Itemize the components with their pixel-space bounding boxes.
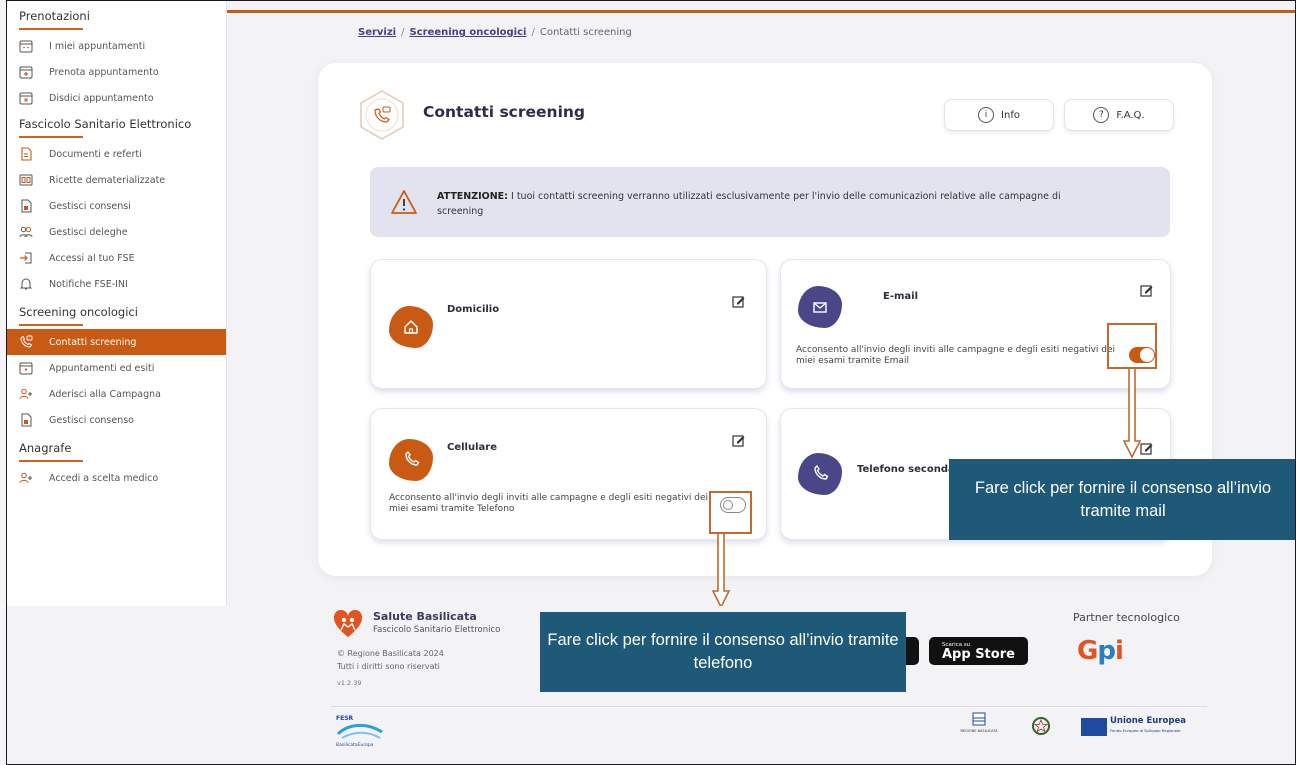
phone-icon: [389, 439, 433, 481]
eu-sublabel: Fondo Europeo di Sviluppo Regionale: [1110, 728, 1181, 733]
sidebar-section-anagrafe: Anagrafe: [7, 441, 226, 462]
app-frame: Prenotazioni I miei appuntamenti Prenota…: [6, 0, 1296, 765]
page-title: Contatti screening: [423, 103, 586, 121]
user-plus-icon: [19, 471, 33, 485]
breadcrumb-current: Contatti screening: [539, 27, 632, 38]
sidebar-section-fse: Fascicolo Sanitario Elettronico: [7, 117, 226, 138]
faq-button[interactable]: ? F.A.Q.: [1064, 99, 1174, 131]
edit-icon[interactable]: [1140, 284, 1153, 297]
home-icon: [389, 306, 433, 348]
consent-text-email: Acconsento all'invio degli inviti alle c…: [796, 345, 1116, 366]
sidebar-item-documenti-referti[interactable]: Documenti e referti: [7, 141, 226, 167]
sidebar-section-prenotazioni: Prenotazioni: [7, 9, 226, 30]
sidebar-item-contatti-screening[interactable]: Contatti screening: [7, 329, 226, 355]
lock-document-icon: [19, 413, 33, 427]
fesr-logo: FESR BasilicataEuropa: [336, 715, 383, 748]
footer-divider: [331, 706, 1207, 707]
phone-toggle-highlight: [709, 491, 752, 534]
header-accent-line: [227, 10, 1295, 13]
copyright: © Regione Basilicata 2024: [337, 649, 444, 658]
sidebar-item-scelta-medico[interactable]: Accedi a scelta medico: [7, 465, 226, 491]
bell-icon: [19, 277, 33, 291]
sidebar-item-gestisci-consensi[interactable]: Gestisci consensi: [7, 193, 226, 219]
rights-text: Tutti i diritti sono riservati: [337, 662, 440, 671]
card-domicilio: Domicilio: [370, 259, 767, 389]
breadcrumb-servizi[interactable]: Servizi: [358, 27, 396, 38]
sidebar-item-gestisci-consenso[interactable]: Gestisci consenso: [7, 407, 226, 433]
phone-message-icon: [360, 90, 404, 140]
italian-emblem-icon: [1032, 717, 1050, 735]
login-icon: [19, 251, 33, 265]
breadcrumb: Servizi / Screening oncologici / Contatti sc…: [358, 27, 632, 38]
card-title-telefono: Telefono seconda: [857, 464, 955, 475]
users-icon: [19, 225, 33, 239]
callout-telefono: Fare click per fornire il consenso all’i…: [540, 612, 906, 692]
brand-name: Salute Basilicata: [373, 610, 477, 623]
user-plus-icon: [19, 387, 33, 401]
regione-basilicata-logo: REGIONE BASILICATA: [955, 712, 1003, 746]
question-icon: ?: [1093, 107, 1110, 123]
sidebar-item-aderisci-campagna[interactable]: Aderisci alla Campagna: [7, 381, 226, 407]
sidebar-item-appuntamenti-esiti[interactable]: Appuntamenti ed esiti: [7, 355, 226, 381]
partner-label: Partner tecnologico: [1073, 611, 1180, 624]
eu-flag-icon: [1081, 718, 1107, 736]
svg-text:FESR: FESR: [336, 715, 354, 722]
sidebar-item-i-miei-appuntamenti[interactable]: I miei appuntamenti: [7, 33, 226, 59]
svg-text:BasilicataEuropa: BasilicataEuropa: [336, 742, 374, 748]
calendar-x-icon: [19, 91, 33, 105]
callout-mail: Fare click per fornire il consenso all’i…: [949, 459, 1295, 540]
sidebar-item-gestisci-deleghe[interactable]: Gestisci deleghe: [7, 219, 226, 245]
document-icon: [19, 147, 33, 161]
calendar-icon: [19, 361, 33, 375]
arrow-down-icon: [711, 534, 731, 609]
sidebar-item-prenota-appuntamento[interactable]: Prenota appuntamento: [7, 59, 226, 85]
sidebar: Prenotazioni I miei appuntamenti Prenota…: [7, 1, 227, 606]
sidebar-item-disdici-appuntamento[interactable]: Disdici appuntamento: [7, 85, 226, 111]
warning-icon: [391, 190, 417, 214]
sidebar-section-screening: Screening oncologici: [7, 305, 226, 326]
sidebar-item-notifiche[interactable]: Notifiche FSE-INI: [7, 271, 226, 297]
version: v1.2.39: [337, 679, 362, 687]
phone-message-icon: [19, 335, 33, 349]
warning-alert: ATTENZIONE: I tuoi contatti screening ve…: [370, 167, 1170, 237]
sidebar-item-ricette[interactable]: Ricette dematerializzate: [7, 167, 226, 193]
consent-text-cellulare: Acconsento all'invio degli inviti alle c…: [389, 493, 709, 514]
partner-logo: Gpi: [1077, 636, 1124, 666]
brand-subtitle: Fascicolo Sanitario Elettronico: [373, 625, 501, 635]
card-title-domicilio: Domicilio: [447, 304, 500, 315]
card-cellulare: Cellulare Acconsento all'invio degli inv…: [370, 408, 767, 540]
edit-icon[interactable]: [732, 295, 745, 308]
arrow-down-icon: [1122, 369, 1142, 459]
info-icon: i: [978, 107, 995, 123]
phone-icon: [798, 453, 842, 495]
breadcrumb-screening-oncologici[interactable]: Screening oncologici: [410, 27, 527, 38]
prescription-icon: [19, 173, 33, 187]
edit-icon[interactable]: [732, 434, 745, 447]
eu-label: Unione Europea: [1110, 716, 1186, 726]
info-button[interactable]: i Info: [944, 99, 1054, 131]
card-title-cellulare: Cellulare: [447, 442, 497, 453]
alert-text: ATTENZIONE: I tuoi contatti screening ve…: [437, 191, 1061, 217]
email-toggle-highlight: [1107, 323, 1157, 369]
heart-logo-icon: [333, 610, 363, 637]
calendar-icon: [19, 39, 33, 53]
calendar-plus-icon: [19, 65, 33, 79]
sidebar-item-accessi-fse[interactable]: Accessi al tuo FSE: [7, 245, 226, 271]
lock-document-icon: [19, 199, 33, 213]
mail-icon: [798, 286, 842, 328]
card-title-email: E-mail: [883, 291, 919, 302]
app-store-badge[interactable]: Scarica su App Store: [929, 637, 1028, 665]
